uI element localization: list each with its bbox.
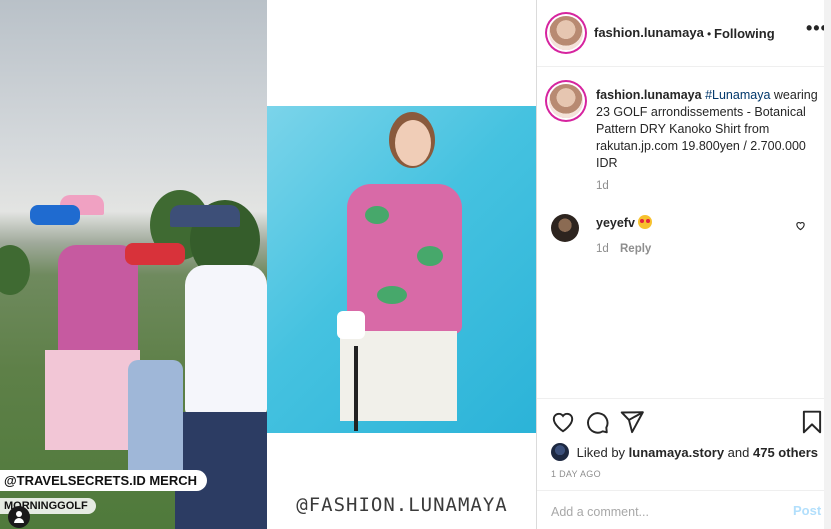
liked-by-and: and (727, 445, 750, 460)
comment-timestamp[interactable]: 1d (596, 243, 609, 255)
red-bottle (125, 243, 185, 265)
separator-dot: • (707, 27, 712, 41)
golf-club (354, 346, 358, 431)
tag-label-primary[interactable]: @TRAVELSECRETS.ID MERCH (0, 470, 208, 491)
pink-skirt (45, 350, 140, 450)
leaf-pattern (417, 246, 443, 266)
leaf-pattern (365, 206, 389, 224)
post-header: fashion.lunamaya • Following ••• (537, 0, 831, 67)
liked-by-prefix: Liked by (576, 445, 626, 460)
comment-reply-button[interactable]: Reply (620, 243, 651, 255)
heart-icon[interactable] (550, 409, 576, 435)
avatar[interactable] (549, 16, 583, 50)
product-photo-background (267, 106, 536, 433)
model-face (395, 120, 431, 166)
caption-hashtag[interactable]: #Lunamaya (705, 88, 770, 102)
window-scrollbar[interactable] (824, 0, 831, 529)
product-photo: @FASHION.LUNAMAYA (267, 0, 536, 529)
post-side-panel: fashion.lunamaya • Following ••• fashion… (537, 0, 831, 529)
post-media[interactable]: @TRAVELSECRETS.ID MERCH MORNINGGOLF @FAS… (0, 0, 537, 529)
white-shirt (185, 265, 267, 415)
comment-like-heart-icon[interactable] (795, 220, 806, 234)
user-tag-icon[interactable] (8, 506, 30, 528)
likes-summary: Liked by lunamaya.story and 475 others (551, 443, 818, 461)
following-button[interactable]: Following (714, 26, 775, 41)
caption-username[interactable]: fashion.lunamaya (596, 88, 702, 102)
comment-username[interactable]: yeyefv (596, 216, 635, 230)
liked-by-others[interactable]: 475 others (753, 445, 818, 460)
bookmark-icon[interactable] (799, 409, 825, 435)
golf-course-photo: @TRAVELSECRETS.ID MERCH MORNINGGOLF (0, 0, 267, 529)
liked-by-user[interactable]: lunamaya.story (629, 445, 724, 460)
golf-glove (337, 311, 365, 339)
leaf-pattern (377, 286, 407, 304)
add-comment-input[interactable] (551, 503, 771, 521)
comment-item: yeyefv (596, 215, 653, 230)
navy-visor (170, 205, 240, 227)
post-caption: fashion.lunamaya #Lunamaya wearing 23 GO… (596, 87, 820, 172)
caption-timestamp[interactable]: 1d (596, 180, 609, 192)
blue-bottle (30, 205, 80, 225)
heart-eyes-emoji-icon (638, 215, 653, 229)
post-age[interactable]: 1 DAY AGO (551, 469, 601, 479)
caption-avatar[interactable] (549, 84, 583, 118)
golf-bag (128, 360, 183, 480)
floral-shirt (347, 184, 462, 334)
comment-icon[interactable] (584, 409, 610, 435)
comment-avatar[interactable] (551, 214, 579, 242)
account-watermark: @FASHION.LUNAMAYA (296, 494, 508, 516)
tree-shape (0, 245, 30, 295)
header-username[interactable]: fashion.lunamaya (594, 25, 704, 40)
share-icon[interactable] (619, 409, 645, 435)
post-comment-button[interactable]: Post (793, 503, 821, 518)
add-comment-bar: Post (537, 490, 831, 529)
liker-avatar[interactable] (551, 443, 569, 461)
